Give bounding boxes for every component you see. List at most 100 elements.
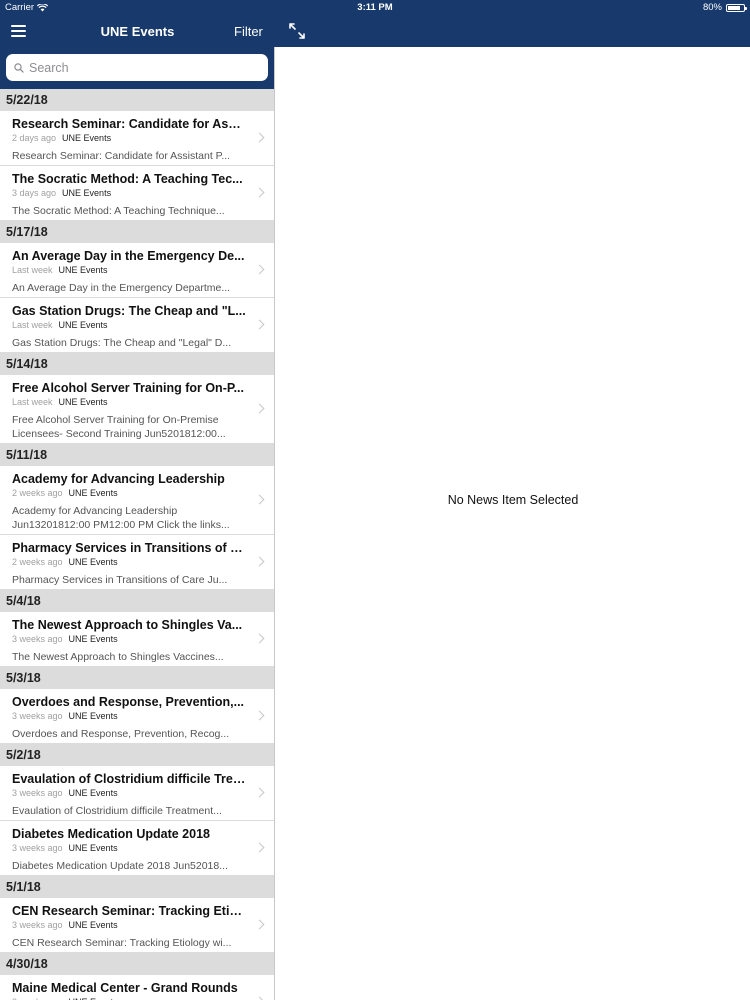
event-meta: 2 weeks ago UNE Events — [12, 556, 246, 568]
chevron-right-icon — [254, 996, 265, 1000]
event-time: 3 weeks ago — [12, 843, 63, 853]
event-meta: Last week UNE Events — [12, 264, 246, 276]
event-time: 2 days ago — [12, 133, 57, 143]
event-meta: 2 weeks ago UNE Events — [12, 487, 246, 499]
event-list-item[interactable]: Pharmacy Services in Transitions of C...… — [0, 535, 274, 590]
event-list-item[interactable]: CEN Research Seminar: Tracking Etiol... 3… — [0, 898, 274, 953]
event-description: The Socratic Method: A Teaching Techniqu… — [12, 205, 225, 217]
event-source: UNE Events — [62, 133, 112, 143]
search-input[interactable] — [29, 60, 249, 75]
section-header-date: 5/3/18 — [0, 667, 274, 689]
filter-button[interactable]: Filter — [234, 24, 263, 39]
event-description: The Newest Approach to Shingles Vaccines… — [12, 651, 224, 663]
section-header-date: 5/11/18 — [0, 444, 274, 466]
event-time: 3 weeks ago — [12, 634, 63, 644]
search-bar — [0, 47, 274, 89]
event-source: UNE Events — [58, 397, 108, 407]
section-header-date: 5/4/18 — [0, 590, 274, 612]
section-header-date: 5/17/18 — [0, 221, 274, 243]
section-header-date: 5/22/18 — [0, 89, 274, 111]
search-field[interactable] — [6, 54, 268, 81]
event-meta: Last week UNE Events — [12, 319, 246, 331]
event-title: Maine Medical Center - Grand Rounds — [12, 981, 238, 995]
section-header-date: 5/1/18 — [0, 876, 274, 898]
event-list-item[interactable]: Evaulation of Clostridium difficile Trea… — [0, 766, 274, 821]
battery-fill — [728, 5, 740, 10]
event-list-item[interactable]: Maine Medical Center - Grand Rounds3 wee… — [0, 975, 274, 1000]
event-title: Research Seminar: Candidate for Assi... — [12, 117, 246, 131]
event-source: UNE Events — [58, 320, 108, 330]
event-title: The Newest Approach to Shingles Va... — [12, 618, 243, 632]
event-list-item[interactable]: Diabetes Medication Update 2018 3 weeks a… — [0, 821, 274, 876]
chevron-right-icon — [254, 556, 265, 567]
event-description: Academy for Advancing Leadership Jun1320… — [12, 505, 230, 531]
event-source: UNE Events — [68, 788, 118, 798]
event-meta: 3 weeks ago UNE Events — [12, 919, 246, 931]
section-header-date: 5/2/18 — [0, 744, 274, 766]
event-source: UNE Events — [68, 557, 118, 567]
event-title: Pharmacy Services in Transitions of C... — [12, 541, 246, 555]
event-list-item[interactable]: The Socratic Method: A Teaching Tec... 3 … — [0, 166, 274, 221]
event-list-item[interactable]: An Average Day in the Emergency De... Las… — [0, 243, 274, 298]
search-icon — [14, 62, 24, 73]
chevron-right-icon — [254, 842, 265, 853]
event-description: Evaulation of Clostridium difficile Trea… — [12, 805, 222, 817]
event-list-item[interactable]: Academy for Advancing Leadership 2 weeks … — [0, 466, 274, 535]
event-meta: Last week UNE Events — [12, 396, 246, 408]
chevron-right-icon — [254, 787, 265, 798]
event-list-item[interactable]: Gas Station Drugs: The Cheap and "L... La… — [0, 298, 274, 353]
event-source: UNE Events — [68, 920, 118, 930]
event-source: UNE Events — [68, 488, 118, 498]
event-source: UNE Events — [68, 711, 118, 721]
event-title: Gas Station Drugs: The Cheap and "L... — [12, 304, 246, 318]
expand-arrows-icon[interactable] — [288, 22, 306, 40]
event-time: 3 days ago — [12, 188, 57, 198]
event-meta: 3 weeks agoUNE Events — [12, 996, 246, 1000]
event-title: An Average Day in the Emergency De... — [12, 249, 245, 263]
event-source: UNE Events — [68, 843, 118, 853]
event-description: An Average Day in the Emergency Departme… — [12, 282, 231, 294]
status-bar: Carrier 3:11 PM 80% — [0, 0, 750, 15]
events-list-panel: 5/22/18Research Seminar: Candidate for A… — [0, 47, 275, 1000]
event-time: 3 weeks ago — [12, 788, 63, 798]
event-title: Academy for Advancing Leadership — [12, 472, 225, 486]
event-description: Free Alcohol Server Training for On-Prem… — [12, 414, 226, 440]
hamburger-icon[interactable] — [11, 25, 26, 37]
event-description: CEN Research Seminar: Tracking Etiology … — [12, 937, 232, 949]
event-source: UNE Events — [58, 265, 108, 275]
battery-percent: 80% — [702, 2, 722, 13]
event-time: 2 weeks ago — [12, 488, 63, 498]
event-description: Diabetes Medication Update 2018 Jun52018… — [12, 860, 228, 872]
event-source: UNE Events — [68, 634, 118, 644]
battery-group: 80% — [702, 2, 747, 13]
event-meta: 2 days ago UNE Events — [12, 132, 246, 144]
event-title: Overdoes and Response, Prevention,... — [12, 695, 245, 709]
chevron-right-icon — [254, 132, 265, 143]
event-title: Evaulation of Clostridium difficile Trea… — [12, 772, 246, 786]
event-meta: 3 weeks ago UNE Events — [12, 633, 246, 645]
chevron-right-icon — [254, 494, 265, 505]
chevron-right-icon — [254, 919, 265, 930]
event-time: Last week — [12, 320, 53, 330]
section-header-date: 5/14/18 — [0, 353, 274, 375]
event-description: Overdoes and Response, Prevention, Recog… — [12, 728, 230, 740]
event-meta: 3 days ago UNE Events — [12, 187, 246, 199]
chevron-right-icon — [254, 633, 265, 644]
event-list-item[interactable]: The Newest Approach to Shingles Va... 3 w… — [0, 612, 274, 667]
event-list-item[interactable]: Free Alcohol Server Training for On-P...… — [0, 375, 274, 444]
event-description: Research Seminar: Candidate for Assistan… — [12, 150, 231, 162]
chevron-right-icon — [254, 403, 265, 414]
event-time: 3 weeks ago — [12, 920, 63, 930]
event-time: Last week — [12, 397, 53, 407]
event-meta: 3 weeks ago UNE Events — [12, 710, 246, 722]
event-description: Gas Station Drugs: The Cheap and "Legal"… — [12, 337, 232, 349]
event-meta: 3 weeks ago UNE Events — [12, 787, 246, 799]
event-time: 2 weeks ago — [12, 557, 63, 567]
event-list-item[interactable]: Research Seminar: Candidate for Assi... 2… — [0, 111, 274, 166]
section-header-date: 4/30/18 — [0, 953, 274, 975]
event-title: Free Alcohol Server Training for On-P... — [12, 381, 245, 395]
event-list-item[interactable]: Overdoes and Response, Prevention,... 3 w… — [0, 689, 274, 744]
clock: 3:11 PM — [357, 2, 393, 13]
event-time: 3 weeks ago — [12, 711, 63, 721]
chevron-right-icon — [254, 187, 265, 198]
